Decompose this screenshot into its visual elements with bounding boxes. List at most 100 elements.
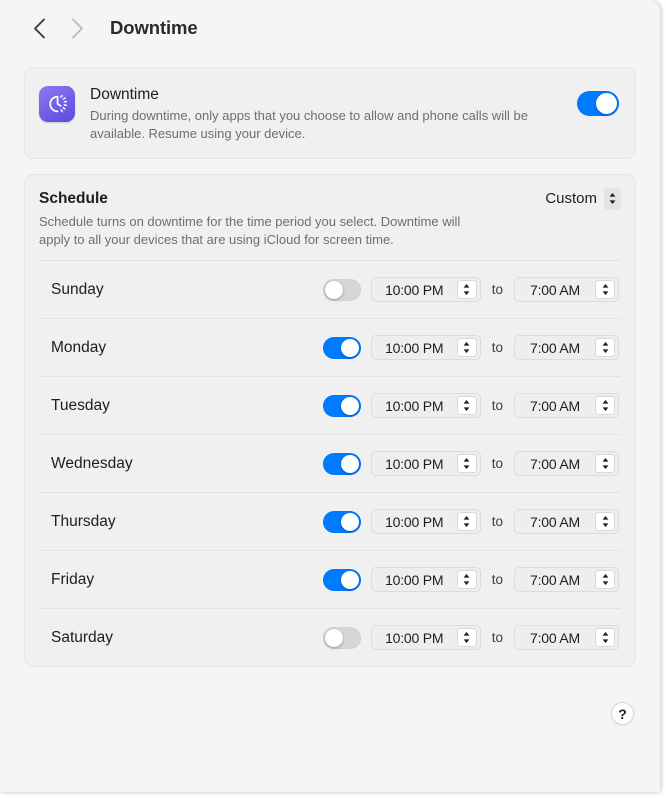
end-time-stepper[interactable]: 7:00 AM <box>514 625 619 650</box>
toggle-knob <box>596 93 617 114</box>
toggle-knob <box>340 396 359 415</box>
stepper-arrows-icon[interactable] <box>595 628 615 647</box>
downtime-description: During downtime, only apps that you choo… <box>90 108 528 141</box>
day-toggle[interactable] <box>322 568 361 591</box>
stepper-arrows-icon[interactable] <box>456 454 477 473</box>
day-label: Friday <box>51 570 95 588</box>
day-toggle[interactable] <box>322 510 361 533</box>
question-mark-icon: ? <box>618 705 627 722</box>
end-time-stepper[interactable]: 7:00 AM <box>514 393 619 418</box>
day-controls: 10:00 PM to 7:00 AM <box>322 509 621 534</box>
day-label: Sunday <box>51 280 104 298</box>
end-time-value[interactable]: 7:00 AM <box>515 452 595 475</box>
end-time-value[interactable]: 7:00 AM <box>515 278 595 301</box>
stepper-arrows-icon[interactable] <box>595 570 615 589</box>
end-time-value[interactable]: 7:00 AM <box>515 510 595 533</box>
start-time-stepper[interactable]: 10:00 PM <box>370 335 481 360</box>
table-row: Wednesday 10:00 PM to 7:00 AM <box>39 434 621 492</box>
day-controls: 10:00 PM to 7:00 AM <box>322 277 621 302</box>
toggle-knob <box>340 512 359 531</box>
stepper-arrows-icon[interactable] <box>456 570 477 589</box>
downtime-clock-icon <box>39 86 75 122</box>
downtime-toggle-wrap <box>577 84 621 116</box>
start-time-stepper[interactable]: 10:00 PM <box>370 567 481 592</box>
schedule-mode-label: Custom <box>545 190 597 207</box>
stepper-arrows-icon[interactable] <box>595 454 615 473</box>
end-time-value[interactable]: 7:00 AM <box>515 626 595 649</box>
day-rows-list: Sunday 10:00 PM to 7:00 AM Monday 10:00 … <box>39 260 621 666</box>
downtime-title: Downtime <box>90 86 159 103</box>
to-label: to <box>491 398 503 413</box>
table-row: Tuesday 10:00 PM to 7:00 AM <box>39 376 621 434</box>
start-time-value[interactable]: 10:00 PM <box>372 568 457 591</box>
day-toggle[interactable] <box>322 626 361 649</box>
to-label: to <box>491 514 503 529</box>
day-toggle[interactable] <box>322 278 361 301</box>
day-label: Monday <box>51 338 107 356</box>
start-time-value[interactable]: 10:00 PM <box>372 336 457 359</box>
schedule-title: Schedule <box>39 190 108 207</box>
to-label: to <box>491 340 503 355</box>
table-row: Monday 10:00 PM to 7:00 AM <box>39 318 621 376</box>
chevron-right-icon <box>71 18 84 39</box>
page-title: Downtime <box>110 17 198 38</box>
settings-window: Downtime Downtime During downtime, only … <box>0 0 660 792</box>
end-time-value[interactable]: 7:00 AM <box>515 394 595 417</box>
day-controls: 10:00 PM to 7:00 AM <box>322 393 621 418</box>
start-time-value[interactable]: 10:00 PM <box>372 278 457 301</box>
day-controls: 10:00 PM to 7:00 AM <box>322 451 621 476</box>
to-label: to <box>491 630 503 645</box>
toggle-knob <box>324 280 343 299</box>
stepper-arrows-icon[interactable] <box>456 396 477 415</box>
stepper-arrows-icon[interactable] <box>595 280 615 299</box>
schedule-header: Schedule Custom Schedule turns on downti… <box>39 175 621 260</box>
end-time-value[interactable]: 7:00 AM <box>515 336 595 359</box>
to-label: to <box>491 572 503 587</box>
end-time-stepper[interactable]: 7:00 AM <box>514 567 619 592</box>
day-controls: 10:00 PM to 7:00 AM <box>322 335 621 360</box>
back-button[interactable] <box>24 13 54 43</box>
chevron-up-down-icon <box>604 188 621 209</box>
end-time-stepper[interactable]: 7:00 AM <box>514 451 619 476</box>
downtime-text-block: Downtime During downtime, only apps that… <box>75 84 577 142</box>
start-time-value[interactable]: 10:00 PM <box>372 452 457 475</box>
stepper-arrows-icon[interactable] <box>595 396 615 415</box>
forward-button[interactable] <box>62 13 92 43</box>
to-label: to <box>491 456 503 471</box>
stepper-arrows-icon[interactable] <box>456 628 477 647</box>
day-label: Tuesday <box>51 396 110 414</box>
toolbar: Downtime <box>0 0 660 56</box>
day-label: Thursday <box>51 512 116 530</box>
toggle-knob <box>324 628 343 647</box>
stepper-arrows-icon[interactable] <box>595 512 615 531</box>
start-time-stepper[interactable]: 10:00 PM <box>370 451 481 476</box>
help-button[interactable]: ? <box>611 702 634 725</box>
day-toggle[interactable] <box>322 394 361 417</box>
toggle-knob <box>340 338 359 357</box>
stepper-arrows-icon[interactable] <box>456 280 477 299</box>
start-time-value[interactable]: 10:00 PM <box>372 510 457 533</box>
end-time-stepper[interactable]: 7:00 AM <box>514 509 619 534</box>
start-time-value[interactable]: 10:00 PM <box>372 394 457 417</box>
day-label: Saturday <box>51 628 114 646</box>
day-controls: 10:00 PM to 7:00 AM <box>322 567 621 592</box>
start-time-stepper[interactable]: 10:00 PM <box>370 393 481 418</box>
table-row: Thursday 10:00 PM to 7:00 AM <box>39 492 621 550</box>
start-time-stepper[interactable]: 10:00 PM <box>370 509 481 534</box>
downtime-toggle[interactable] <box>577 91 619 116</box>
schedule-mode-popup[interactable]: Custom <box>545 188 621 209</box>
stepper-arrows-icon[interactable] <box>456 338 477 357</box>
chevron-left-icon <box>33 18 46 39</box>
end-time-value[interactable]: 7:00 AM <box>515 568 595 591</box>
start-time-stepper[interactable]: 10:00 PM <box>370 277 481 302</box>
day-toggle[interactable] <box>322 452 361 475</box>
end-time-stepper[interactable]: 7:00 AM <box>514 277 619 302</box>
schedule-card: Schedule Custom Schedule turns on downti… <box>24 174 636 667</box>
end-time-stepper[interactable]: 7:00 AM <box>514 335 619 360</box>
toggle-knob <box>340 570 359 589</box>
day-toggle[interactable] <box>322 336 361 359</box>
stepper-arrows-icon[interactable] <box>456 512 477 531</box>
stepper-arrows-icon[interactable] <box>595 338 615 357</box>
start-time-stepper[interactable]: 10:00 PM <box>370 625 481 650</box>
start-time-value[interactable]: 10:00 PM <box>372 626 457 649</box>
